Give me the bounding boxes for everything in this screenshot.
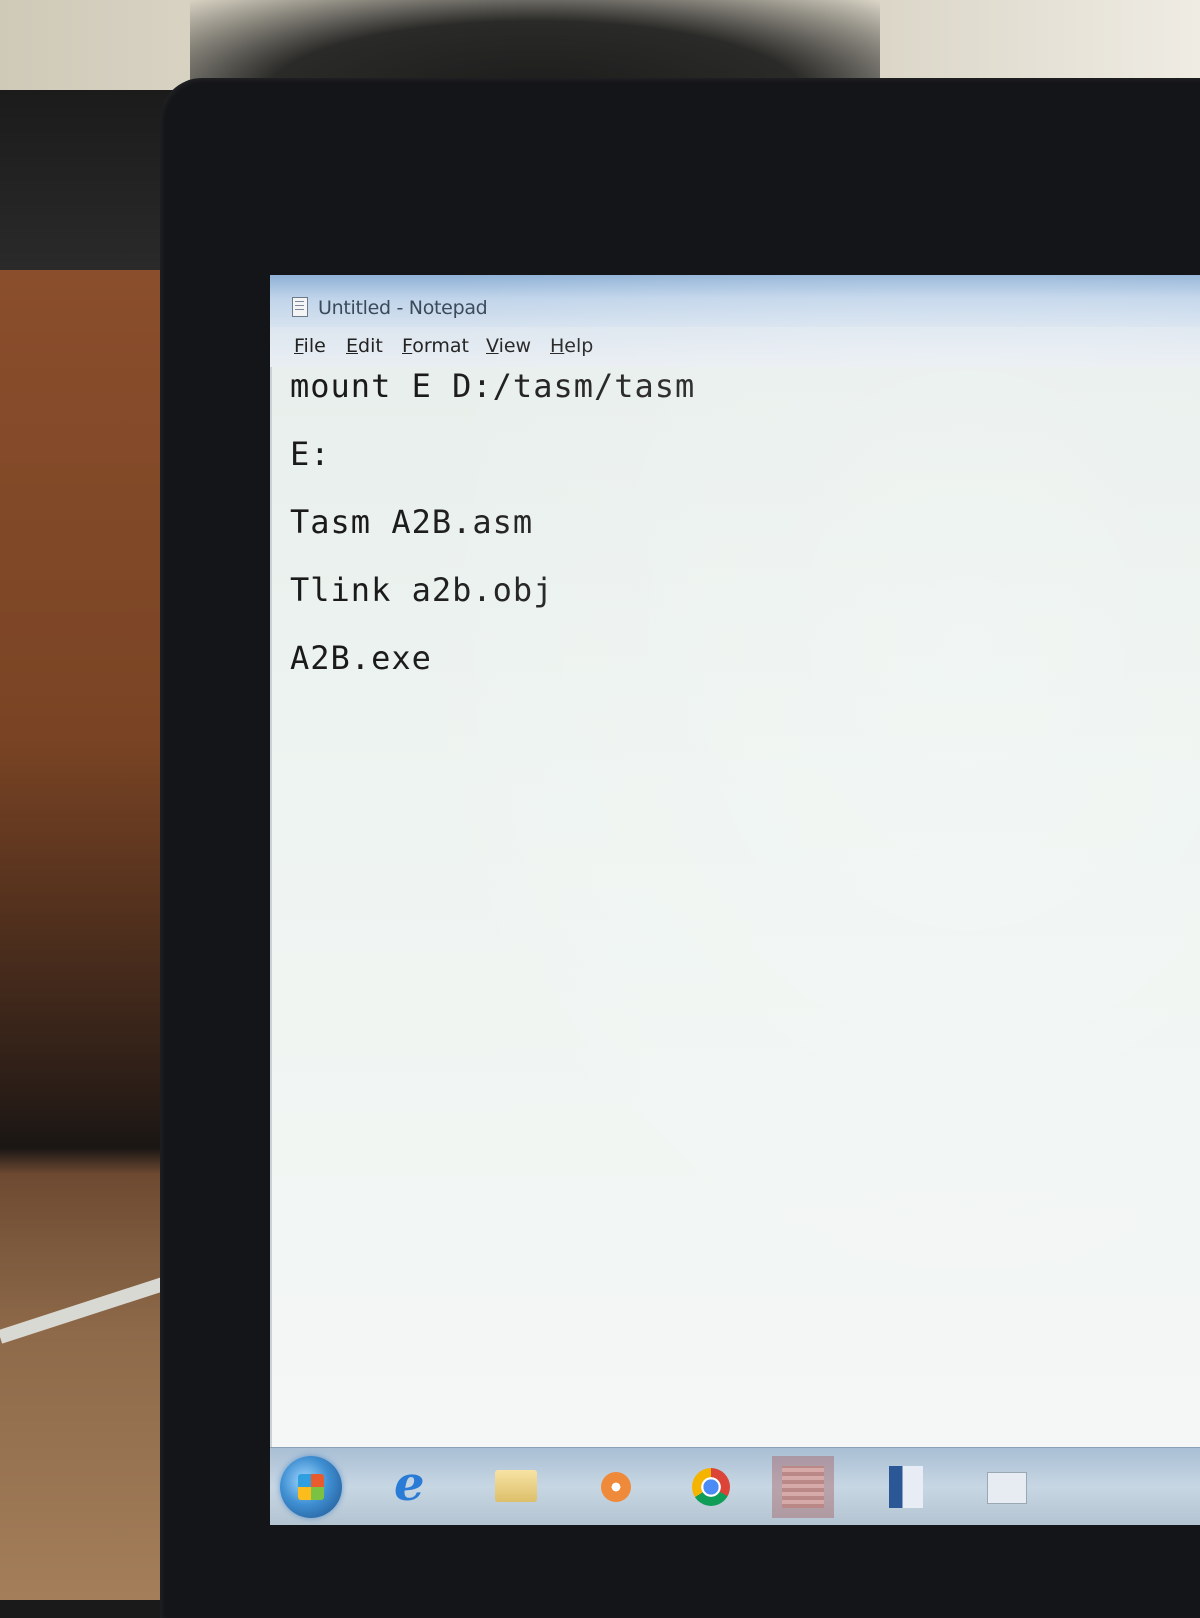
- internet-explorer-icon[interactable]: [380, 1456, 442, 1518]
- media-player-icon[interactable]: [585, 1456, 647, 1518]
- menu-edit[interactable]: Edit: [346, 335, 383, 357]
- menu-bar: File Edit Format View Help: [270, 327, 1200, 368]
- editor-line: E:: [290, 435, 331, 473]
- background-desk-panel: [0, 270, 170, 1600]
- background-desk-band: [0, 90, 175, 270]
- title-bar[interactable]: Untitled - Notepad: [270, 275, 1200, 327]
- chrome-icon[interactable]: [680, 1456, 742, 1518]
- menu-view[interactable]: View: [486, 335, 531, 357]
- word-icon[interactable]: [875, 1456, 937, 1518]
- menu-format[interactable]: Format: [402, 335, 469, 357]
- notepad-icon: [292, 297, 308, 317]
- menu-help[interactable]: Help: [550, 335, 593, 357]
- window-title: Untitled - Notepad: [318, 297, 488, 319]
- editor-line: Tlink a2b.obj: [290, 571, 554, 609]
- editor-line: A2B.exe: [290, 639, 432, 677]
- app-icon[interactable]: [772, 1456, 834, 1518]
- screen: Untitled - Notepad File Edit Format View…: [270, 275, 1200, 1525]
- editor-line: Tasm A2B.asm: [290, 503, 534, 541]
- editor-line: mount E D:/tasm/tasm: [290, 367, 696, 405]
- menu-file[interactable]: File: [294, 335, 326, 357]
- folder-icon[interactable]: [485, 1456, 547, 1518]
- taskbar: [270, 1447, 1200, 1525]
- windows-start-icon[interactable]: [280, 1456, 342, 1518]
- explorer-icon[interactable]: [975, 1456, 1037, 1518]
- text-editor[interactable]: mount E D:/tasm/tasm E: Tasm A2B.asm Tli…: [270, 367, 1200, 1447]
